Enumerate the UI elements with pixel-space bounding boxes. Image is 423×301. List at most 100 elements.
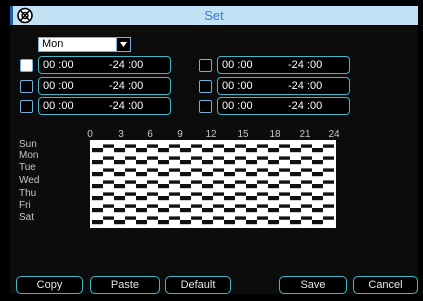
period-6-end[interactable]: -24 :00 — [288, 98, 322, 114]
period-1-start[interactable]: 00 :00 — [43, 57, 74, 73]
set-dialog: Set Mon 00 :00 -24 :00 00 :00 -24 :00 00… — [0, 0, 423, 301]
schedule-cell — [191, 144, 202, 148]
schedule-cell — [224, 160, 235, 165]
schedule-cell — [301, 156, 312, 160]
period-6-start[interactable]: 00 :00 — [222, 98, 253, 114]
weekly-schedule-grid[interactable] — [90, 140, 336, 228]
copy-button[interactable]: Copy — [16, 276, 83, 294]
schedule-cell — [125, 192, 136, 196]
hour-label: 12 — [205, 129, 217, 140]
period-5-start[interactable]: 00 :00 — [222, 78, 253, 94]
day-label: Fri — [19, 200, 31, 211]
schedule-cell — [114, 208, 125, 213]
schedule-cell — [202, 220, 213, 225]
period-2-time[interactable]: 00 :00 -24 :00 — [38, 77, 171, 95]
schedule-cell — [257, 180, 268, 184]
schedule-cell — [180, 208, 191, 213]
period-1-time[interactable]: 00 :00 -24 :00 — [38, 56, 171, 74]
day-select-toggle[interactable] — [116, 38, 130, 51]
schedule-cell — [290, 172, 301, 177]
schedule-cell — [125, 204, 136, 208]
schedule-cell — [169, 204, 180, 208]
schedule-cell — [246, 220, 257, 225]
period-5-end[interactable]: -24 :00 — [288, 78, 322, 94]
schedule-cell — [301, 192, 312, 196]
schedule-cell — [323, 216, 334, 220]
period-6-checkbox[interactable] — [199, 100, 212, 113]
schedule-cell — [257, 156, 268, 160]
schedule-cell — [213, 192, 224, 196]
period-2-checkbox[interactable] — [20, 80, 33, 93]
period-2-end[interactable]: -24 :00 — [109, 78, 143, 94]
schedule-cell — [158, 184, 169, 189]
period-3-checkbox[interactable] — [20, 100, 33, 113]
schedule-cell — [191, 204, 202, 208]
schedule-cell — [268, 160, 279, 165]
schedule-cell — [312, 220, 323, 225]
save-button[interactable]: Save — [279, 276, 347, 294]
schedule-cell — [180, 196, 191, 201]
schedule-grid-cells[interactable] — [92, 142, 334, 226]
schedule-cell — [224, 196, 235, 201]
schedule-cell — [235, 144, 246, 148]
schedule-cell — [125, 168, 136, 172]
schedule-cell — [136, 220, 147, 225]
day-label: Sun — [19, 139, 37, 150]
period-5-time[interactable]: 00 :00 -24 :00 — [217, 77, 350, 95]
schedule-cell — [103, 180, 114, 184]
paste-button[interactable]: Paste — [90, 276, 160, 294]
period-3-end[interactable]: -24 :00 — [109, 98, 143, 114]
schedule-cell — [301, 144, 312, 148]
period-2-start[interactable]: 00 :00 — [43, 78, 74, 94]
schedule-cell — [235, 180, 246, 184]
period-1-checkbox[interactable] — [20, 59, 33, 72]
schedule-cell — [301, 216, 312, 220]
schedule-cell — [147, 192, 158, 196]
schedule-cell — [235, 156, 246, 160]
schedule-cell — [213, 216, 224, 220]
period-4-start[interactable]: 00 :00 — [222, 57, 253, 73]
schedule-cell — [290, 208, 301, 213]
schedule-cell — [103, 168, 114, 172]
schedule-cell — [224, 172, 235, 177]
schedule-cell — [92, 172, 103, 177]
schedule-cell — [279, 192, 290, 196]
schedule-cell — [312, 160, 323, 165]
period-3-start[interactable]: 00 :00 — [43, 98, 74, 114]
schedule-cell — [147, 216, 158, 220]
hour-label: 3 — [118, 129, 124, 140]
schedule-cell — [224, 184, 235, 189]
period-6-time[interactable]: 00 :00 -24 :00 — [217, 97, 350, 115]
day-select[interactable]: Mon — [38, 37, 131, 52]
cancel-button[interactable]: Cancel — [353, 276, 418, 294]
period-3-time[interactable]: 00 :00 -24 :00 — [38, 97, 171, 115]
schedule-cell — [114, 148, 125, 153]
period-4-end[interactable]: -24 :00 — [288, 57, 322, 73]
schedule-cell — [125, 216, 136, 220]
schedule-cell — [92, 184, 103, 189]
schedule-cell — [180, 172, 191, 177]
schedule-cell — [147, 180, 158, 184]
day-label: Wed — [19, 175, 40, 186]
schedule-cell — [191, 192, 202, 196]
default-button[interactable]: Default — [165, 276, 231, 294]
schedule-cell — [257, 168, 268, 172]
schedule-cell — [191, 168, 202, 172]
period-1-end[interactable]: -24 :00 — [109, 57, 143, 73]
schedule-cell — [169, 168, 180, 172]
schedule-cell — [180, 148, 191, 153]
schedule-cell — [235, 168, 246, 172]
hour-label: 6 — [147, 129, 153, 140]
period-5-checkbox[interactable] — [199, 80, 212, 93]
schedule-cell — [312, 148, 323, 153]
schedule-cell — [158, 172, 169, 177]
schedule-cell — [246, 196, 257, 201]
schedule-cell — [213, 168, 224, 172]
period-4-time[interactable]: 00 :00 -24 :00 — [217, 56, 350, 74]
schedule-cell — [268, 184, 279, 189]
schedule-cell — [290, 160, 301, 165]
schedule-cell — [169, 216, 180, 220]
schedule-cell — [202, 184, 213, 189]
schedule-cell — [202, 148, 213, 153]
period-4-checkbox[interactable] — [199, 59, 212, 72]
